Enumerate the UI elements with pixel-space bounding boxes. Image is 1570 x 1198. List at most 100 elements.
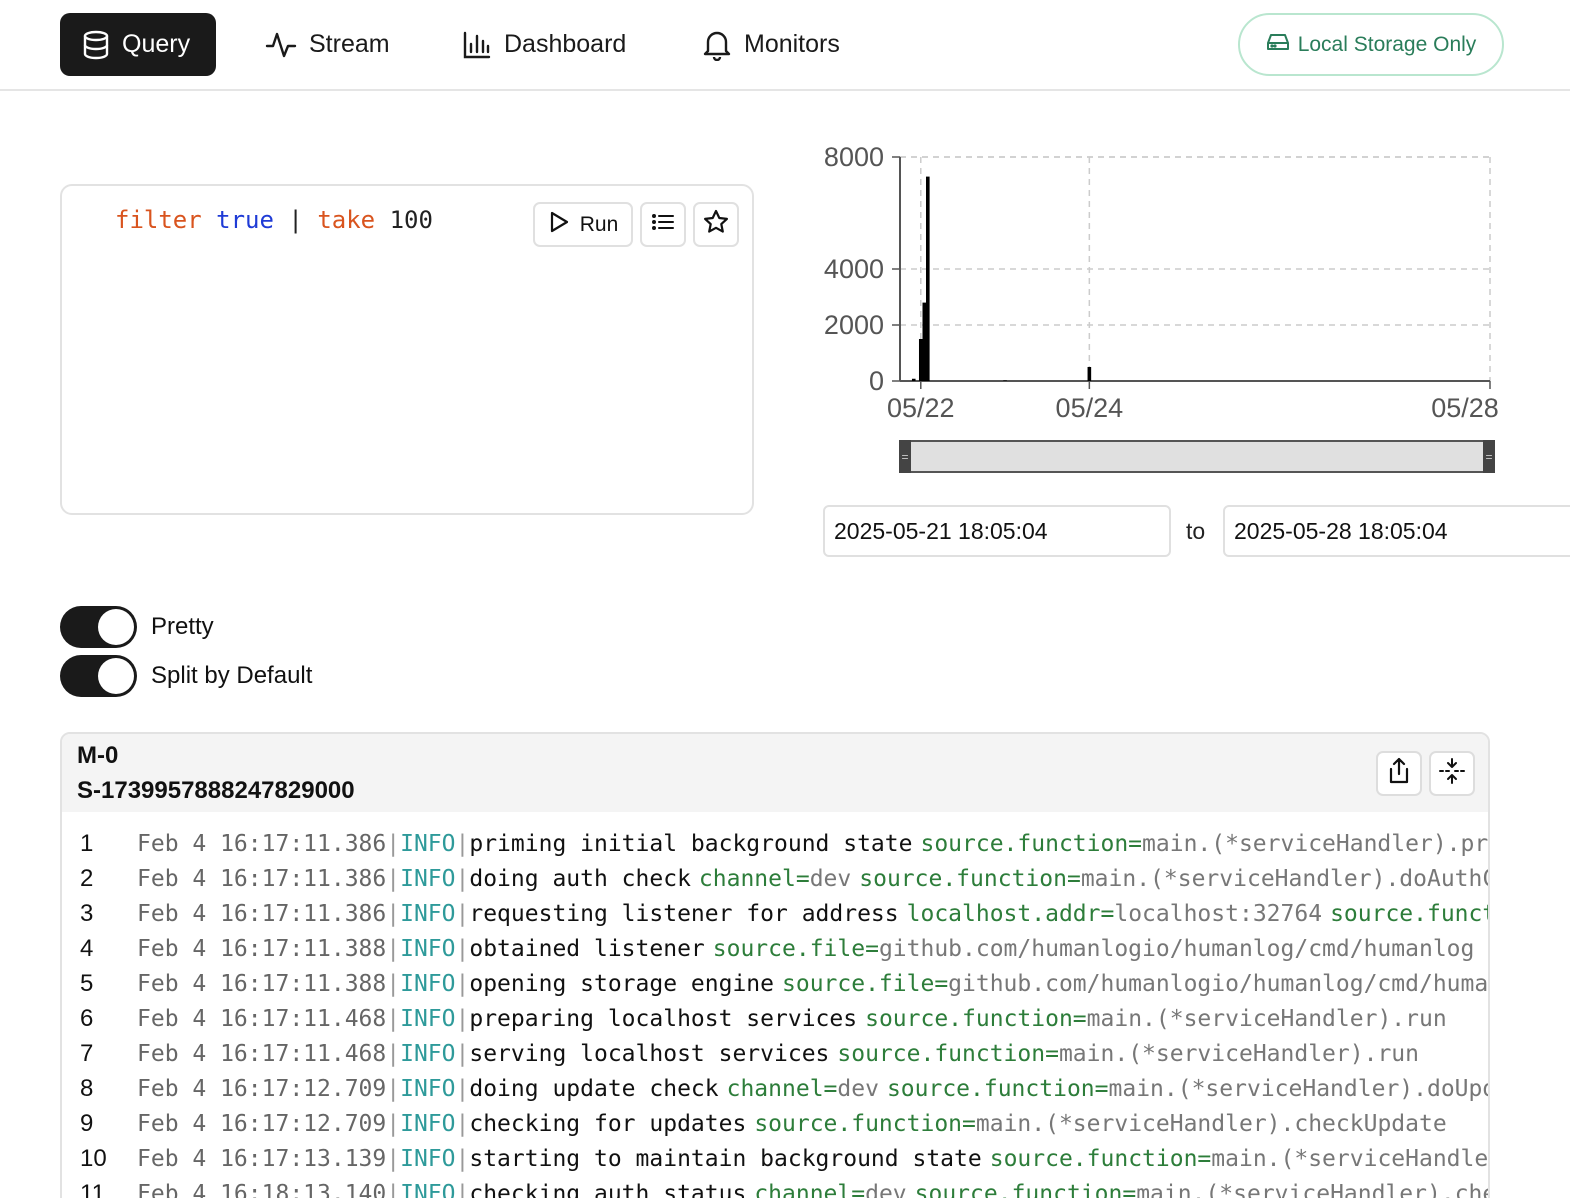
log-message: doing update check (469, 1075, 719, 1102)
fold-vertical-icon (1438, 757, 1466, 790)
log-field-key: source.function= (1330, 900, 1488, 927)
log-separator: | (455, 1005, 470, 1032)
bell-icon (702, 29, 732, 61)
log-row[interactable]: 10 Feb 4 16:17:13.139 | INFO | starting to ma… (62, 1141, 1488, 1176)
histogram-bar[interactable] (1003, 380, 1007, 381)
log-line-number: 6 (80, 1004, 94, 1032)
log-field-key: source.function= (837, 1040, 1059, 1067)
log-field-value: main.(*serviceHandler).run (1058, 1040, 1419, 1067)
log-timestamp: Feb 4 16:17:11.386 (137, 865, 387, 892)
query-history-button[interactable] (640, 202, 686, 247)
date-to-input[interactable]: 2025-05-28 18:05:04 (1223, 505, 1570, 557)
favorite-query-button[interactable] (693, 202, 739, 247)
histogram-bar[interactable] (926, 176, 930, 381)
top-nav: Query Stream Dashboard Monitors Local St… (0, 0, 1570, 91)
log-row[interactable]: 3 Feb 4 16:17:11.386 | INFO | requesting list… (62, 896, 1488, 931)
log-separator: | (386, 1145, 401, 1172)
y-tick-label: 2000 (824, 310, 884, 340)
brush-handle-left[interactable]: = (899, 440, 911, 473)
log-line-number: 10 (80, 1144, 107, 1172)
histogram-bar[interactable] (1087, 367, 1092, 381)
histogram-bar[interactable] (918, 339, 923, 381)
database-icon (82, 30, 110, 60)
log-line-number: 8 (80, 1074, 94, 1102)
log-field-value: main.(*serviceHandler).primeBackgroundSt… (1142, 830, 1488, 857)
tab-stream[interactable]: Stream (243, 13, 412, 76)
log-separator: | (455, 1180, 470, 1198)
log-field-value: main.(*serviceHandler).checkUpdate (975, 1110, 1447, 1137)
log-row[interactable]: 2 Feb 4 16:17:11.386 | INFO | doing auth chec… (62, 861, 1488, 896)
query-keyword-filter: filter (115, 206, 202, 234)
log-separator: | (455, 1040, 470, 1067)
log-field-key: source.file= (782, 970, 949, 997)
log-separator: | (386, 1110, 401, 1137)
log-separator: | (386, 970, 401, 997)
log-level: INFO (400, 1145, 456, 1172)
log-row[interactable]: 1 Feb 4 16:17:11.386 | INFO | priming initial… (62, 826, 1488, 861)
log-field-key: source.function= (920, 830, 1143, 857)
log-row[interactable]: 9 Feb 4 16:17:12.709 | INFO | checking for up… (62, 1106, 1488, 1141)
tab-stream-label: Stream (309, 30, 390, 58)
log-field-value: main.(*serviceHandler).checkAuth (1136, 1180, 1488, 1198)
log-timestamp: Feb 4 16:17:11.388 (137, 935, 387, 962)
log-timestamp: Feb 4 16:17:11.468 (137, 1040, 387, 1067)
log-field-value: dev (837, 1075, 879, 1102)
pretty-toggle-label: Pretty (151, 613, 214, 640)
log-message: checking auth status (469, 1180, 747, 1198)
x-tick-label: 05/24 (1056, 393, 1124, 423)
activity-icon (265, 30, 297, 60)
log-row[interactable]: 6 Feb 4 16:17:11.468 | INFO | preparing local… (62, 1001, 1488, 1036)
log-message: preparing localhost services (469, 1005, 858, 1032)
star-icon (703, 209, 729, 241)
split-toggle-row: Split by Default (60, 655, 312, 697)
log-row[interactable]: 7 Feb 4 16:17:11.468 | INFO | serving localho… (62, 1036, 1488, 1071)
run-button[interactable]: Run (533, 202, 633, 247)
local-storage-badge[interactable]: Local Storage Only (1238, 13, 1504, 76)
brush-handle-right[interactable]: = (1483, 440, 1495, 473)
log-separator: | (455, 1110, 470, 1137)
pretty-toggle[interactable] (60, 606, 137, 648)
histogram-chart[interactable]: 0 2000 4000 8000 05/22 05/24 05/28 (800, 140, 1520, 440)
log-timestamp: Feb 4 16:17:13.139 (137, 1145, 387, 1172)
date-from-input[interactable]: 2025-05-21 18:05:04 (823, 505, 1171, 557)
query-editor[interactable]: filter true | take 100 Run (60, 184, 754, 515)
log-row[interactable]: 4 Feb 4 16:17:11.388 | INFO | obtained listen… (62, 931, 1488, 966)
log-field-value: main.(*serviceHandler).doAuthCheck (1080, 865, 1488, 892)
log-level: INFO (400, 865, 456, 892)
y-tick-label: 4000 (824, 254, 884, 284)
log-line-number: 7 (80, 1039, 94, 1067)
histogram-bar[interactable] (911, 378, 916, 381)
log-level: INFO (400, 970, 456, 997)
split-toggle-knob (98, 658, 134, 694)
log-level: INFO (400, 1075, 456, 1102)
log-separator: | (455, 1075, 470, 1102)
log-row[interactable]: 5 Feb 4 16:17:11.388 | INFO | opening storage… (62, 966, 1488, 1001)
export-button[interactable] (1376, 751, 1422, 796)
log-field-key: channel= (754, 1180, 866, 1198)
log-timestamp: Feb 4 16:17:12.709 (137, 1075, 387, 1102)
log-level: INFO (400, 1180, 456, 1198)
log-field-value: dev (809, 865, 852, 892)
log-row[interactable]: 8 Feb 4 16:17:12.709 | INFO | doing update ch… (62, 1071, 1488, 1106)
log-field-key: source.file= (712, 935, 879, 962)
log-line-number: 3 (80, 899, 94, 927)
time-range-brush[interactable]: = = (899, 440, 1495, 473)
log-line-number: 1 (80, 829, 94, 857)
log-row[interactable]: 11 Feb 4 16:18:13.140 | INFO | checking auth … (62, 1176, 1488, 1198)
histogram-bar[interactable] (922, 302, 927, 381)
log-separator: | (386, 1075, 401, 1102)
panel-session-id: S-1739957888247829000 (77, 777, 355, 804)
panel-machine-id: M-0 (77, 742, 119, 769)
collapse-button[interactable] (1429, 751, 1475, 796)
storage-badge-label: Local Storage Only (1297, 32, 1477, 56)
split-by-default-toggle[interactable] (60, 655, 137, 697)
tab-query[interactable]: Query (60, 13, 216, 76)
log-message: starting to maintain background state (469, 1145, 982, 1172)
tab-dashboard[interactable]: Dashboard (440, 13, 648, 76)
query-text[interactable]: filter true | take 100 (115, 206, 433, 234)
play-icon (548, 210, 570, 240)
tab-monitors[interactable]: Monitors (680, 13, 862, 76)
log-separator: | (386, 830, 401, 857)
log-level: INFO (400, 1040, 456, 1067)
log-field-key: source.function= (886, 1075, 1109, 1102)
